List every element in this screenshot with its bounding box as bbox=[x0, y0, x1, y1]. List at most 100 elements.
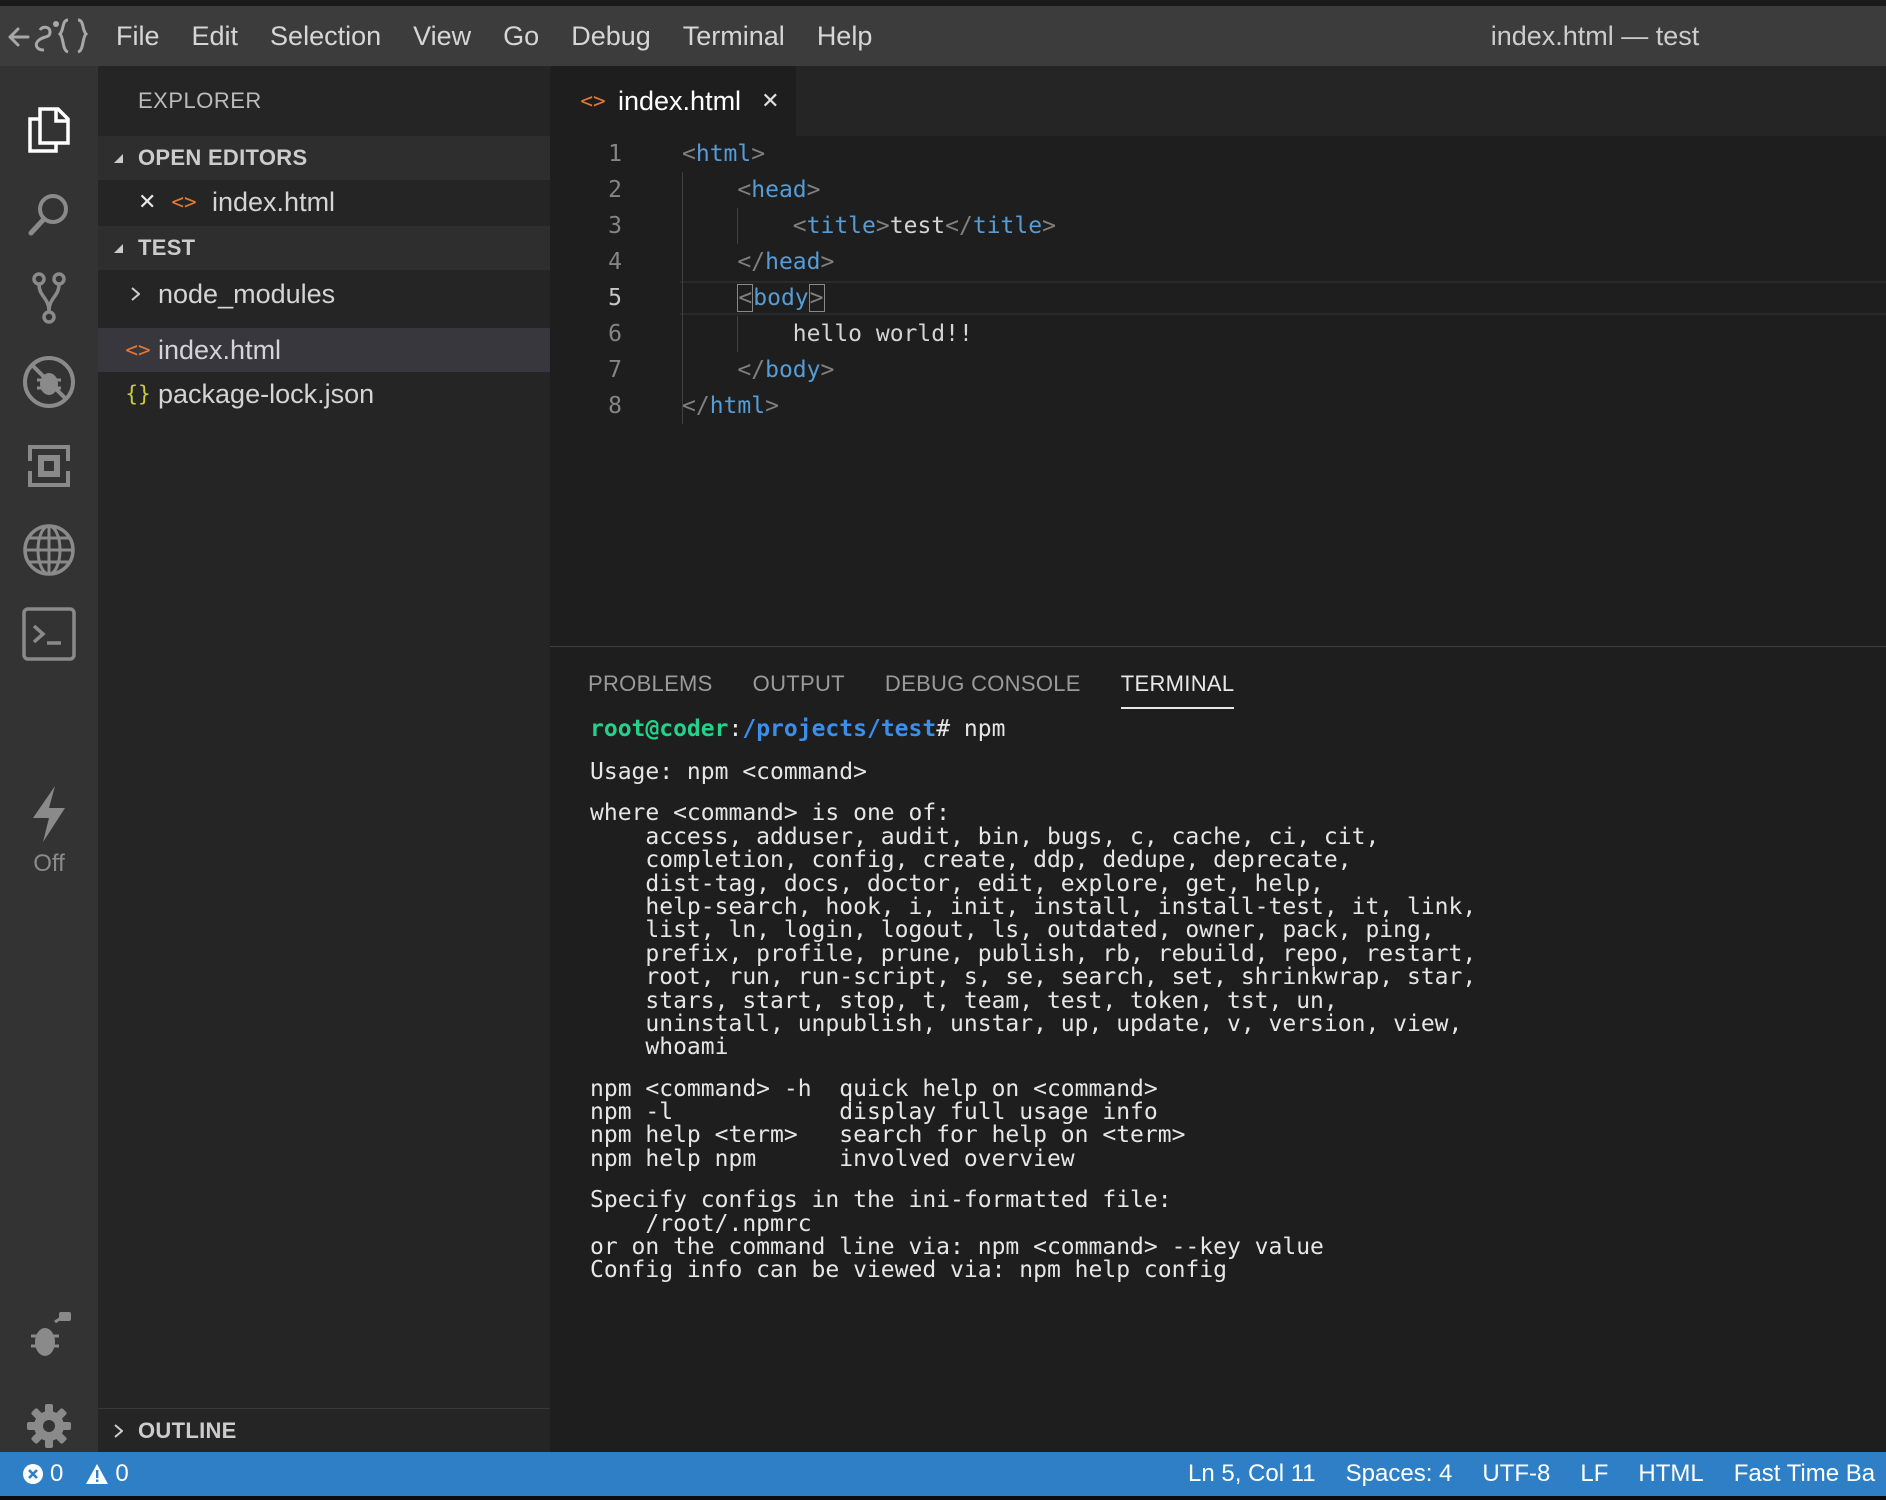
indentation-setting[interactable]: Spaces: 4 bbox=[1346, 1460, 1453, 1488]
window-title: index.html — test bbox=[1490, 21, 1700, 51]
menu-edit[interactable]: Edit bbox=[176, 6, 255, 66]
extension-status[interactable]: Fast Time Ba bbox=[1734, 1460, 1875, 1488]
line-number: 5 bbox=[608, 285, 622, 311]
terminal-line: Specify configs in the ini-formatted fil… bbox=[590, 1187, 1172, 1214]
status-right-items: Ln 5, Col 11 Spaces: 4 UTF-8 LF HTML Fas… bbox=[1188, 1452, 1886, 1496]
menu-view[interactable]: View bbox=[397, 6, 487, 66]
code-token: head bbox=[751, 177, 807, 203]
source-control-icon[interactable] bbox=[0, 250, 98, 346]
panel-tab-problems[interactable]: PROBLEMS bbox=[588, 671, 713, 709]
remote-debug-icon[interactable] bbox=[0, 1288, 98, 1384]
terminal-icon[interactable] bbox=[0, 586, 98, 682]
code-token: body bbox=[765, 357, 821, 383]
explorer-icon[interactable] bbox=[0, 82, 98, 178]
tree-item-package-lock-json[interactable]: {} package-lock.json bbox=[98, 372, 550, 416]
open-editor-label: index.html bbox=[212, 186, 336, 217]
status-problems[interactable]: 0 0 bbox=[22, 1452, 129, 1496]
code-token: </ bbox=[945, 213, 973, 239]
prompt-end: # bbox=[936, 716, 964, 742]
code-token: < bbox=[792, 213, 807, 239]
explorer-sidebar: EXPLORER OPEN EDITORS ✕ <> index.html TE… bbox=[98, 66, 550, 1452]
error-count: 0 bbox=[50, 1460, 64, 1487]
menu-go[interactable]: Go bbox=[487, 6, 555, 66]
code-token: test bbox=[889, 213, 946, 239]
terminal-line: list, ln, login, logout, ls, outdated, o… bbox=[590, 917, 1435, 944]
panel-tab-terminal[interactable]: TERMINAL bbox=[1120, 671, 1235, 709]
tab-index-html[interactable]: <> index.html ✕ bbox=[550, 66, 796, 136]
line-number: 3 bbox=[608, 213, 622, 239]
code-token: body bbox=[753, 285, 809, 311]
code-line: hello world!! bbox=[682, 316, 1056, 352]
code-line: <html> bbox=[682, 136, 1056, 172]
code-editor[interactable]: 12345678 <html> <head> <title>test</titl… bbox=[550, 136, 1886, 646]
terminal-line: dist-tag, docs, doctor, edit, explore, g… bbox=[590, 870, 1324, 897]
code-token: > bbox=[820, 249, 835, 275]
json-file-icon: {} bbox=[125, 382, 151, 406]
terminal-line: prefix, profile, prune, publish, rb, reb… bbox=[590, 940, 1477, 967]
code-token: hello world!! bbox=[792, 321, 973, 347]
open-editors-header[interactable]: OPEN EDITORS bbox=[98, 136, 550, 180]
terminal-prompt-line: root@coder:/projects/test# npm bbox=[590, 715, 1476, 743]
prompt-user: root@coder bbox=[590, 716, 729, 742]
tab-label: index.html bbox=[618, 85, 742, 116]
code-line: <title>test</title> bbox=[682, 208, 1056, 244]
lightning-off-label: Off bbox=[33, 850, 65, 877]
bottom-panel: PROBLEMS OUTPUT DEBUG CONSOLE TERMINAL root… bbox=[550, 646, 1886, 1452]
debug-icon[interactable] bbox=[0, 334, 98, 430]
lightning-icon[interactable] bbox=[0, 766, 98, 862]
tree-item-label: index.html bbox=[158, 334, 282, 365]
panel-tab-output[interactable]: OUTPUT bbox=[753, 671, 845, 709]
panel-tab-debug-console[interactable]: DEBUG CONSOLE bbox=[885, 671, 1081, 709]
close-icon[interactable]: ✕ bbox=[138, 189, 160, 215]
outline-header[interactable]: OUTLINE bbox=[98, 1408, 550, 1452]
open-editor-item[interactable]: ✕ <> index.html bbox=[98, 180, 550, 224]
menu-debug[interactable]: Debug bbox=[555, 6, 667, 66]
line-number-gutter: 1 2 3 4 5 6 7 8 bbox=[550, 136, 630, 424]
code-token: > bbox=[808, 284, 825, 312]
code-token: > bbox=[751, 141, 766, 167]
menu-help[interactable]: Help bbox=[801, 6, 889, 66]
tree-item-node-modules[interactable]: node_modules bbox=[98, 272, 550, 316]
cursor-position[interactable]: Ln 5, Col 11 bbox=[1188, 1460, 1316, 1488]
warning-count: 0 bbox=[115, 1460, 129, 1487]
status-bar: 0 0 Ln 5, Col 11 Spaces: 4 UTF-8 LF HTML… bbox=[0, 1452, 1886, 1496]
code-token: > bbox=[1042, 213, 1056, 239]
chevron-down-icon bbox=[98, 151, 138, 165]
tree-item-index-html[interactable]: <> index.html bbox=[98, 328, 550, 372]
code-logo-icon[interactable] bbox=[6, 14, 96, 60]
terminal-line: npm help npm involved overview bbox=[590, 1145, 1075, 1172]
folder-test-header[interactable]: TEST bbox=[98, 226, 550, 270]
code-line: </html> bbox=[682, 388, 1056, 424]
window-bottom-edge bbox=[0, 1496, 1886, 1500]
error-icon bbox=[22, 1463, 44, 1485]
file-encoding[interactable]: UTF-8 bbox=[1482, 1460, 1550, 1488]
terminal-output[interactable]: root@coder:/projects/test# npm Usage: np… bbox=[590, 715, 1476, 1283]
terminal-line: npm -l display full usage info bbox=[590, 1099, 1158, 1126]
line-number: 6 bbox=[608, 321, 622, 347]
menu-terminal[interactable]: Terminal bbox=[667, 6, 801, 66]
terminal-command: npm bbox=[963, 716, 1006, 742]
tree-item-label: node_modules bbox=[158, 278, 336, 309]
menu-selection[interactable]: Selection bbox=[254, 6, 397, 66]
code-token: > bbox=[875, 213, 890, 239]
code-token: html bbox=[709, 393, 766, 419]
chevron-down-icon bbox=[98, 241, 138, 255]
code-token: > bbox=[765, 393, 779, 419]
terminal-line: help-search, hook, i, init, install, ins… bbox=[590, 893, 1477, 920]
search-icon[interactable] bbox=[0, 166, 98, 262]
language-mode[interactable]: HTML bbox=[1638, 1460, 1703, 1488]
end-of-line[interactable]: LF bbox=[1580, 1460, 1608, 1488]
globe-icon[interactable] bbox=[0, 502, 98, 598]
terminal-line: where <command> is one of: bbox=[590, 800, 951, 827]
close-icon[interactable]: ✕ bbox=[761, 88, 779, 114]
terminal-line: stars, start, stop, t, team, test, token… bbox=[590, 987, 1338, 1014]
menu-file[interactable]: File bbox=[100, 6, 176, 66]
code-line: <head> bbox=[682, 172, 1056, 208]
extensions-icon[interactable] bbox=[0, 418, 98, 514]
chevron-right-icon bbox=[130, 287, 154, 301]
